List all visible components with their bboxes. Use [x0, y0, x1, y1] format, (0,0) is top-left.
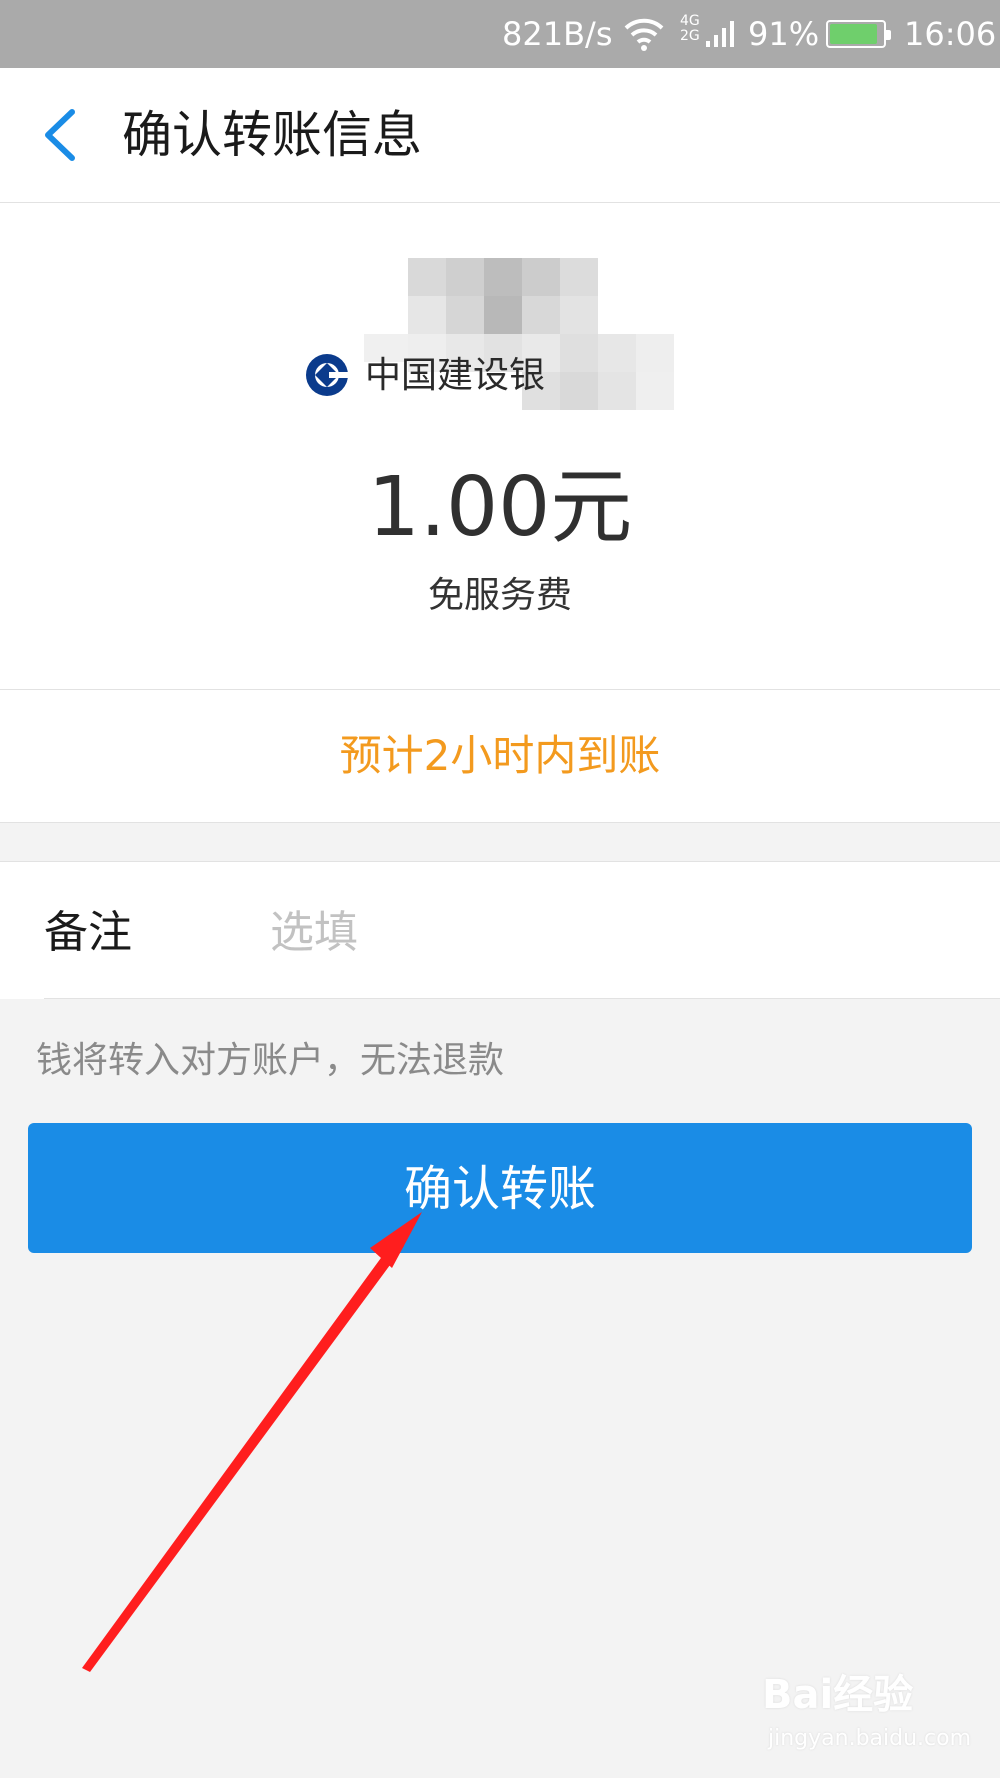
- battery-icon: [826, 20, 891, 48]
- page-title: 确认转账信息: [122, 106, 422, 164]
- refund-notice: 钱将转入对方账户，无法退款: [36, 1040, 505, 1081]
- bank-name: 中国建设银: [365, 355, 546, 396]
- watermark-logo-text: Bai经验: [762, 1672, 914, 1718]
- battery-percent: 91%: [748, 15, 820, 53]
- remark-label: 备注: [44, 907, 132, 958]
- network-type: 4G 2G: [680, 13, 700, 44]
- title-bar: 确认转账信息: [0, 68, 1000, 203]
- transfer-amount: 1.00元: [367, 460, 633, 555]
- arrival-text: 预计2小时内到账: [339, 731, 661, 780]
- remark-row: 备注: [0, 861, 1000, 999]
- chevron-left-icon[interactable]: [40, 108, 80, 162]
- baidu-jingyan-watermark: Bai经验 jingyan.baidu.com: [762, 1670, 992, 1770]
- confirm-transfer-button[interactable]: 确认转账: [28, 1123, 972, 1253]
- network-speed: 821B/s: [502, 15, 613, 53]
- status-bar: 821B/s 4G 2G 91% 16:06: [0, 0, 1000, 68]
- transfer-summary-card: 中国建设银 1.00元 免服务费: [0, 203, 1000, 690]
- remark-input[interactable]: [268, 898, 952, 966]
- fee-note: 免服务费: [427, 575, 572, 616]
- arrival-estimate: 预计2小时内到账: [0, 690, 1000, 823]
- clock: 16:06: [904, 15, 997, 53]
- watermark-url: jingyan.baidu.com: [768, 1726, 972, 1751]
- battery-fill: [830, 24, 877, 44]
- ccb-logo-icon: [305, 353, 349, 397]
- wifi-icon: [624, 16, 664, 61]
- signal-icon: [706, 18, 736, 58]
